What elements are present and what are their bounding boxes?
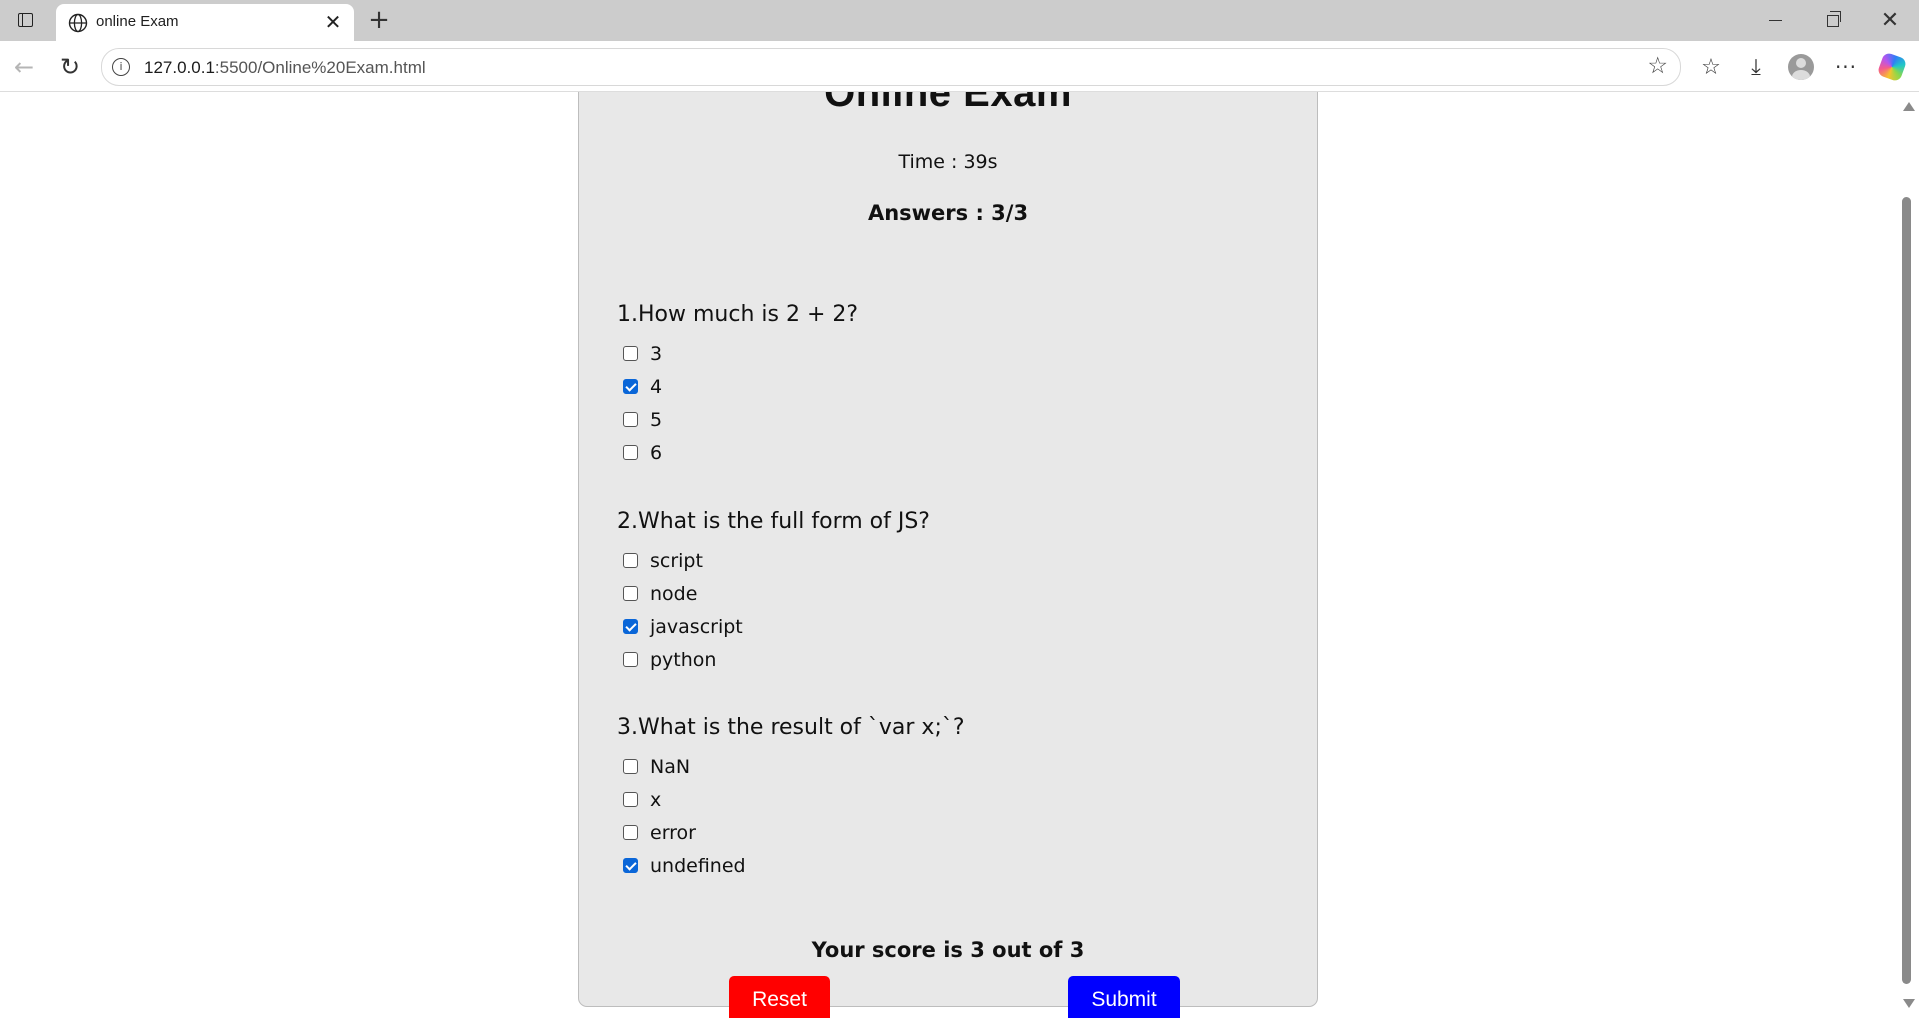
option-label: 3	[650, 342, 663, 365]
favorite-star-icon[interactable]: ☆	[1647, 53, 1668, 79]
back-arrow-icon[interactable]: ←	[8, 51, 40, 83]
option-4[interactable]: 4	[617, 370, 1267, 403]
globe-icon	[68, 13, 88, 33]
option-python[interactable]: python	[617, 643, 1267, 676]
scroll-up-arrow-icon[interactable]	[1903, 102, 1915, 111]
scroll-down-arrow-icon[interactable]	[1903, 999, 1915, 1008]
option-label: 4	[650, 375, 663, 398]
checkbox[interactable]	[623, 412, 638, 427]
tab-title: online Exam	[96, 13, 179, 30]
option-script[interactable]: script	[617, 544, 1267, 577]
score-text: Your score is 3 out of 3	[811, 938, 1085, 962]
option-6[interactable]: 6	[617, 436, 1267, 469]
option-nan[interactable]: NaN	[617, 750, 1267, 783]
reset-button[interactable]: Reset	[729, 976, 830, 1018]
timer-text: Time : 39s	[898, 151, 998, 173]
checkbox[interactable]	[623, 759, 638, 774]
vertical-scrollbar[interactable]	[1898, 92, 1919, 1018]
checkbox[interactable]	[623, 379, 638, 394]
page-title: Online Exam	[824, 92, 1072, 115]
page-viewport: Online Exam Time : 39s Answers : 3/3 1.H…	[6, 92, 1898, 1018]
option-label: python	[650, 648, 717, 671]
answers-count: Answers : 3/3	[867, 201, 1029, 225]
checkbox[interactable]	[623, 858, 638, 873]
reload-icon[interactable]: ↻	[54, 51, 86, 83]
option-label: 6	[650, 441, 663, 464]
option-5[interactable]: 5	[617, 403, 1267, 436]
option-3[interactable]: 3	[617, 337, 1267, 370]
question-text: 1.How much is 2 + 2?	[617, 302, 859, 327]
option-label: undefined	[650, 854, 746, 877]
question-1: 1.How much is 2 + 2? 3 4 5 6	[617, 301, 1267, 469]
checkbox[interactable]	[623, 586, 638, 601]
close-tab-icon[interactable]: ✕	[322, 10, 344, 34]
scrollbar-thumb[interactable]	[1902, 197, 1911, 984]
question-2: 2.What is the full form of JS? script no…	[617, 508, 1267, 676]
favorites-icon[interactable]: ☆	[1695, 51, 1727, 83]
checkbox[interactable]	[623, 652, 638, 667]
new-tab-icon[interactable]: +	[364, 5, 394, 35]
checkbox[interactable]	[623, 619, 638, 634]
copilot-icon[interactable]	[1876, 51, 1908, 83]
question-3: 3.What is the result of `var x;`? NaN x …	[617, 714, 1267, 882]
checkbox[interactable]	[623, 792, 638, 807]
option-label: node	[650, 582, 698, 605]
more-menu-icon[interactable]: ···	[1830, 51, 1862, 83]
restore-icon[interactable]	[1805, 0, 1861, 41]
submit-button[interactable]: Submit	[1068, 976, 1180, 1018]
minimize-icon[interactable]	[1747, 0, 1803, 41]
option-label: x	[650, 788, 662, 811]
window-close-icon[interactable]: ✕	[1862, 0, 1918, 41]
checkbox[interactable]	[623, 825, 638, 840]
option-label: script	[650, 549, 703, 572]
option-error[interactable]: error	[617, 816, 1267, 849]
option-label: 5	[650, 408, 663, 431]
tab-actions-icon[interactable]	[12, 9, 38, 31]
option-label: NaN	[650, 755, 691, 778]
browser-tab[interactable]: online Exam ✕	[56, 4, 354, 41]
checkbox[interactable]	[623, 346, 638, 361]
option-x[interactable]: x	[617, 783, 1267, 816]
browser-toolbar: ← ↻ i 127.0.0.1:5500/Online%20Exam.html …	[0, 41, 1919, 92]
question-text: 2.What is the full form of JS?	[617, 509, 930, 534]
site-info-icon[interactable]: i	[112, 58, 130, 76]
download-icon[interactable]: ⤓	[1740, 51, 1772, 83]
browser-tabstrip: online Exam ✕ + ✕	[0, 0, 1919, 41]
checkbox[interactable]	[623, 553, 638, 568]
option-node[interactable]: node	[617, 577, 1267, 610]
exam-card: Online Exam Time : 39s Answers : 3/3 1.H…	[578, 92, 1318, 1018]
url-text[interactable]: 127.0.0.1:5500/Online%20Exam.html	[144, 58, 426, 78]
question-text: 3.What is the result of `var x;`?	[617, 715, 965, 740]
option-label: error	[650, 821, 696, 844]
option-label: javascript	[650, 615, 743, 638]
option-undefined[interactable]: undefined	[617, 849, 1267, 882]
profile-avatar-icon[interactable]	[1785, 51, 1817, 83]
checkbox[interactable]	[623, 445, 638, 460]
address-bar[interactable]: i 127.0.0.1:5500/Online%20Exam.html ☆	[101, 48, 1681, 86]
option-javascript[interactable]: javascript	[617, 610, 1267, 643]
